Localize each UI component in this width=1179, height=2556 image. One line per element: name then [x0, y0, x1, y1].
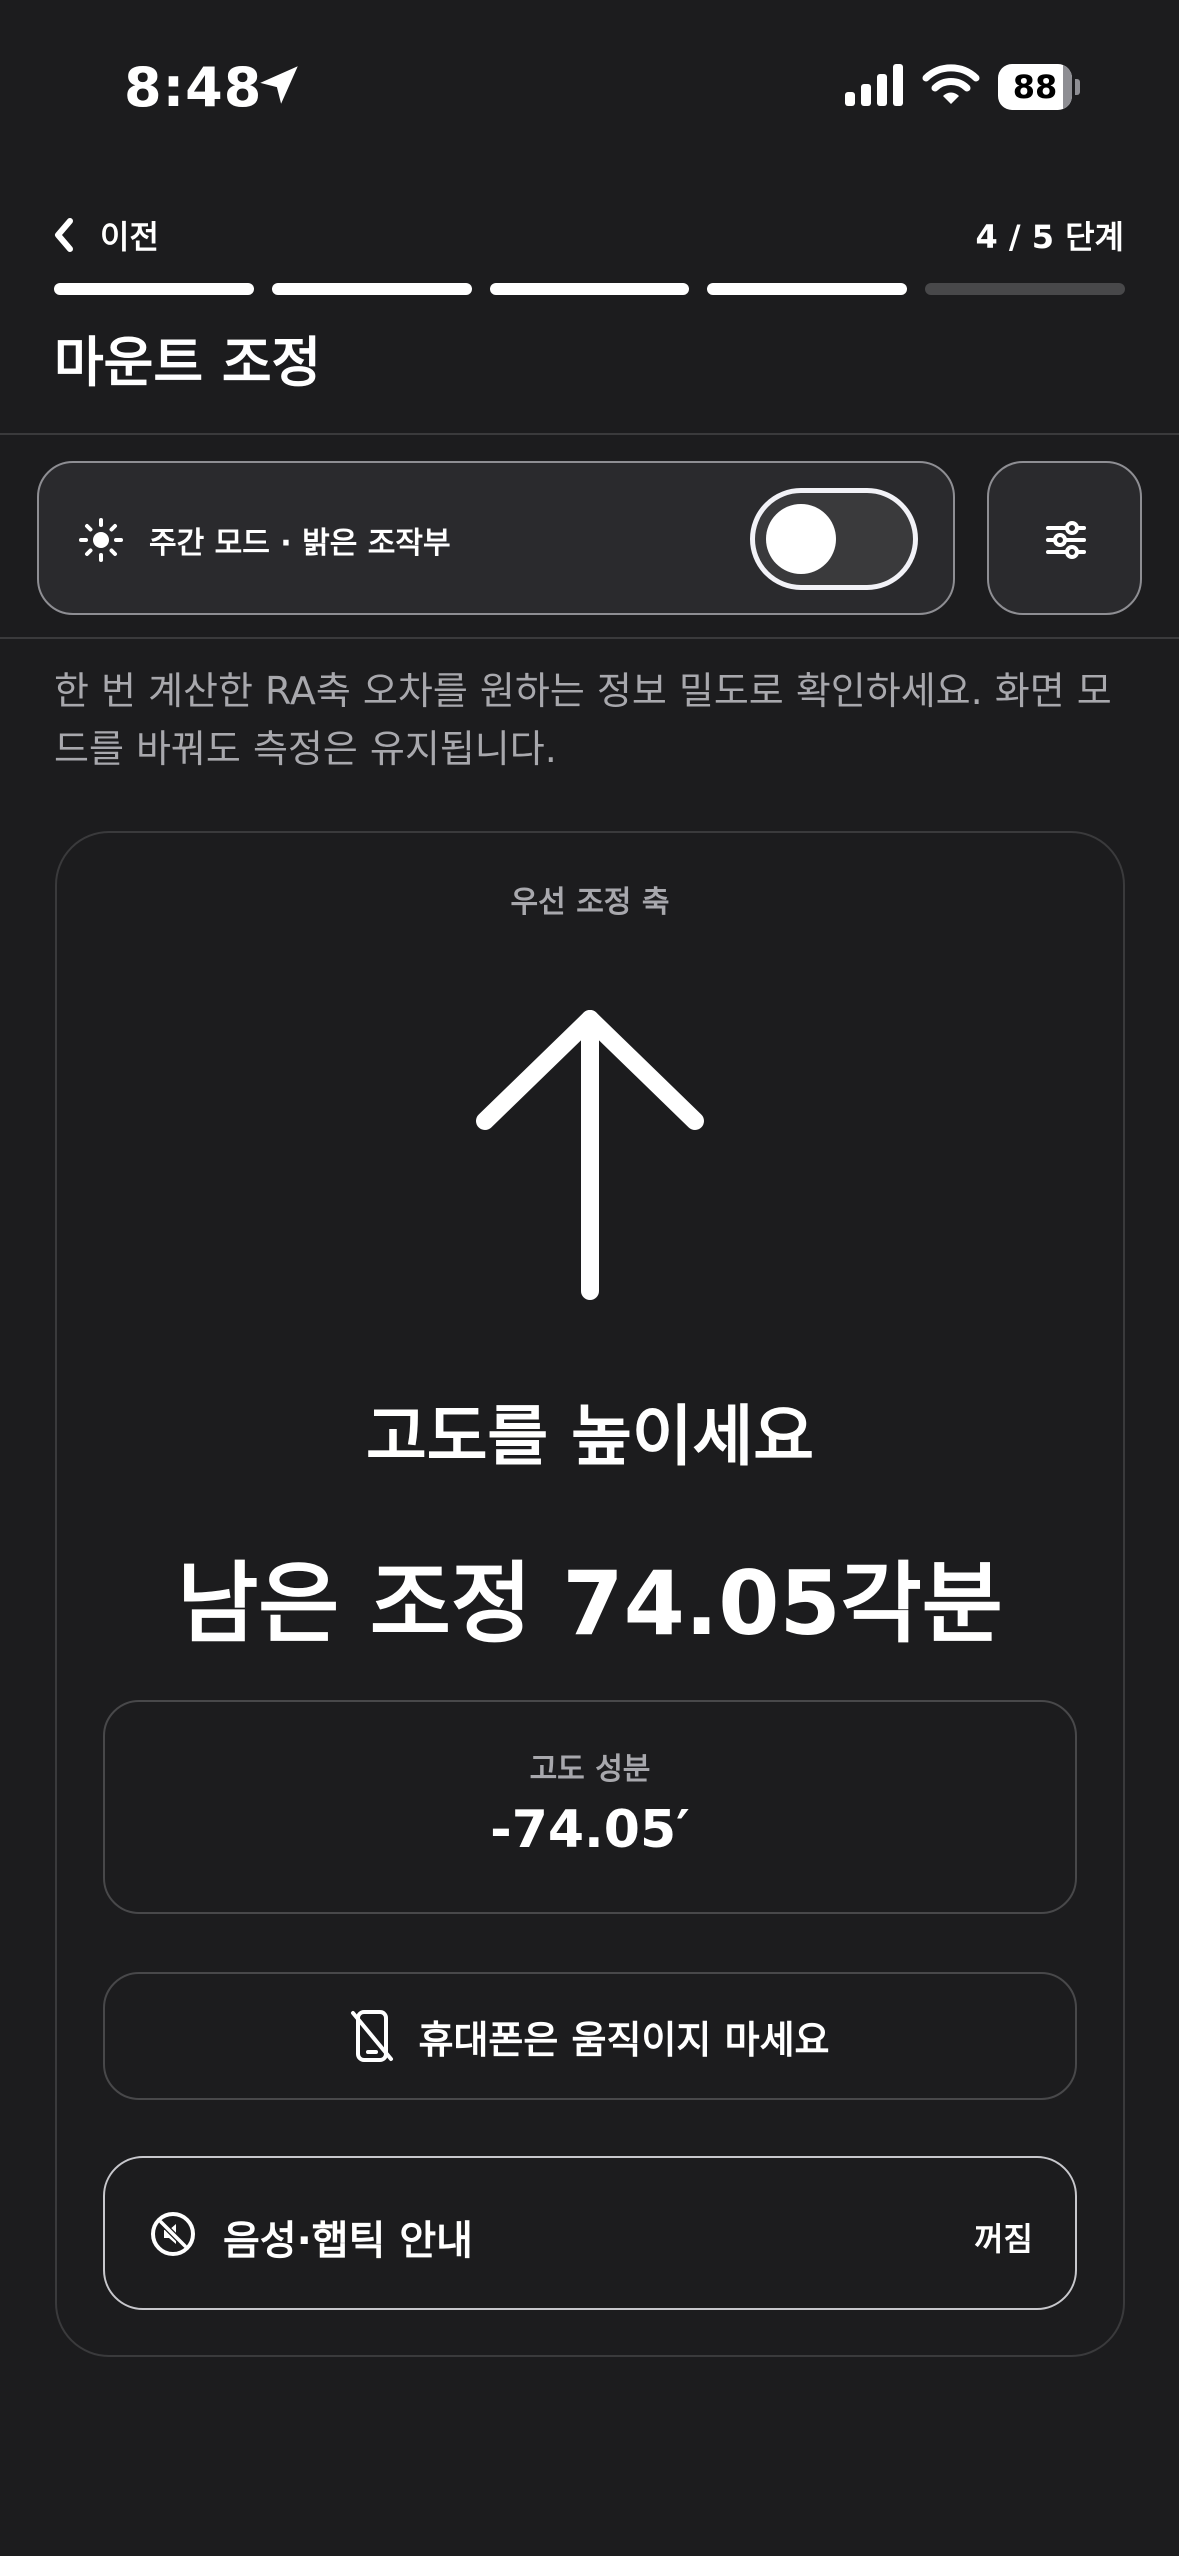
component-label: 고도 성분: [529, 1752, 651, 1787]
switch-knob: [766, 504, 836, 574]
step-indicator: 4 / 5 단계: [975, 218, 1124, 256]
progress-segment-4: [707, 283, 908, 295]
header-divider: [0, 433, 1179, 435]
chevron-left-icon: [55, 218, 73, 252]
wifi-icon: [922, 64, 980, 104]
mode-label: 주간 모드 · 밝은 조작부: [149, 526, 451, 561]
remaining-adjustment: 남은 조정 74.05각분: [177, 1552, 1003, 1655]
step-progress: [54, 283, 1125, 295]
voice-haptic-status: 꺼짐: [974, 2220, 1033, 2258]
mode-divider: [0, 637, 1179, 639]
battery-indicator: 88: [998, 64, 1080, 110]
progress-segment-1: [54, 283, 254, 295]
display-settings-button[interactable]: [987, 461, 1142, 615]
location-arrow-icon: [260, 66, 298, 104]
altitude-component-card: 고도 성분 -74.05′: [103, 1700, 1077, 1914]
arrow-up-icon: [476, 1010, 704, 1300]
adjustment-card: 우선 조정 축 고도를 높이세요 남은 조정 74.05각분 고도 성분 -74…: [55, 831, 1125, 2357]
phone-no-move-icon: [351, 2010, 394, 2062]
mute-icon: [151, 2212, 195, 2256]
cellular-signal-icon: [845, 64, 903, 106]
battery-level: 88: [1012, 68, 1058, 106]
battery-body: 88: [998, 64, 1072, 110]
page-title: 마운트 조정: [54, 331, 322, 394]
description-text: 한 번 계산한 RA축 오차를 원하는 정보 밀도로 확인하세요. 화면 모드를…: [54, 669, 1112, 771]
battery-cap: [1075, 79, 1080, 95]
progress-segment-2: [271, 283, 472, 295]
status-time: 8:48: [124, 56, 263, 119]
voice-haptic-label: 음성·햅틱 안내: [223, 2218, 473, 2264]
sliders-icon: [1046, 521, 1086, 559]
day-mode-switch[interactable]: [750, 488, 918, 590]
voice-haptic-guidance-row[interactable]: 음성·햅틱 안내 꺼짐: [103, 2156, 1077, 2310]
hold-still-notice: 휴대폰은 움직이지 마세요: [103, 1972, 1077, 2100]
back-label: 이전: [100, 218, 159, 256]
status-bar: 8:48 88: [0, 0, 1179, 175]
adjustment-instruction: 고도를 높이세요: [365, 1398, 815, 1475]
progress-segment-5: [925, 283, 1125, 295]
progress-segment-3: [489, 283, 690, 295]
screen: 8:48 88 이전 4 / 5 단계 마운트 조정 주간 모드 · 밝은 조작…: [0, 0, 1179, 2556]
sun-icon: [79, 518, 123, 562]
day-mode-toggle-card[interactable]: 주간 모드 · 밝은 조작부: [37, 461, 955, 615]
hold-still-text: 휴대폰은 움직이지 마세요: [418, 2017, 830, 2062]
component-value: -74.05′: [490, 1800, 690, 1860]
axis-label: 우선 조정 축: [510, 885, 670, 920]
back-button[interactable]: 이전: [50, 210, 159, 260]
